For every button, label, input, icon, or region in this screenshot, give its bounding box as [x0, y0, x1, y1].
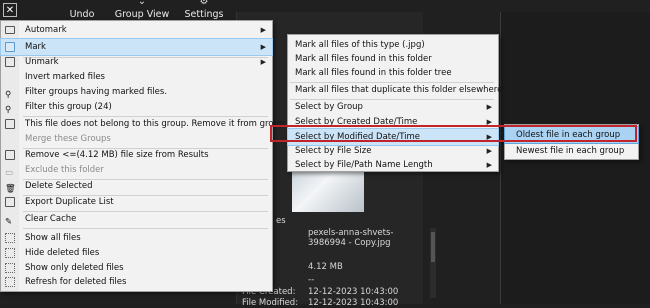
menu-item-remove-size[interactable]: Remove <=(4.12 MB) file size from Result… [1, 147, 272, 163]
info-icon [5, 119, 15, 129]
settings-button[interactable]: ⚙ Settings [178, 0, 230, 22]
details-file-created-value: 12-12-2023 10:43:00 [308, 287, 399, 297]
menu-item-label: Filter this group (24) [25, 102, 112, 112]
menu-item-export-list[interactable]: Export Duplicate List [1, 194, 272, 210]
submenu-arrow-icon: ▶ [260, 26, 266, 34]
group-view-button[interactable]: ⌄ Group View [114, 0, 170, 22]
refresh-icon [5, 277, 15, 287]
menu-item-label: Merge these Groups [25, 134, 111, 144]
submenu-arrow-icon: ▶ [260, 43, 266, 51]
size-icon [5, 150, 15, 160]
menu-item-label: Exclude this folder [25, 165, 104, 175]
details-filename: pexels-anna-shvets-3986994 - Copy.jpg [308, 228, 394, 248]
group-view-label: Group View [114, 9, 170, 20]
details-scrollbar-thumb[interactable] [431, 232, 435, 262]
submenu-arrow-icon: ▶ [486, 103, 492, 111]
menu-item-label: Export Duplicate List [25, 197, 114, 207]
eye-icon [5, 263, 15, 273]
menu-item-invert-marked[interactable]: Invert marked files [1, 69, 272, 85]
menu-item-select-by-name-length[interactable]: Select by File/Path Name Length ▶ [288, 157, 498, 173]
menu-item-mark-duplicate-folder[interactable]: Mark all files that duplicate this folde… [288, 82, 502, 98]
cache-icon: ✎ [5, 217, 13, 227]
undo-button[interactable]: Undo [62, 0, 102, 22]
menu-item-label: Delete Selected [25, 181, 93, 191]
menu-item-label: Mark all files found in this folder tree [295, 68, 452, 78]
details-dash: -- [308, 275, 315, 285]
image-thumbnail[interactable] [292, 168, 364, 212]
submenu-arrow-icon: ▶ [486, 161, 492, 169]
menu-item-label: Filter groups having marked files. [25, 87, 168, 97]
menu-item-mark[interactable]: Mark ▶ [0, 38, 273, 56]
menu-item-filter-groups-marked[interactable]: ⚲ Filter groups having marked files. [1, 84, 272, 100]
menu-item-refresh-deleted[interactable]: Refresh for deleted files [1, 274, 272, 290]
details-header: es [276, 216, 286, 226]
menu-item-clear-cache[interactable]: ✎ Clear Cache [1, 211, 272, 227]
menu-item-label: Automark [25, 25, 67, 35]
menu-item-label: Mark all files that duplicate this folde… [295, 85, 503, 95]
menu-item-label: Select by Group [295, 102, 363, 112]
filter-icon: ⚲ [5, 105, 12, 115]
callout-highlight-box [270, 125, 637, 142]
menu-item-select-by-group[interactable]: Select by Group ▶ [288, 99, 498, 115]
menu-item-remove-from-group[interactable]: This file does not belong to this group.… [1, 116, 287, 132]
menu-item-label: Remove <=(4.12 MB) file size from Result… [25, 150, 209, 160]
mark-submenu: Mark all files of this type (.jpg) Mark … [287, 34, 502, 173]
menu-item-label: Mark [25, 42, 46, 52]
menu-item-label: Unmark [25, 57, 59, 67]
filter-icon: ⚲ [5, 90, 12, 100]
monitor-icon [5, 26, 15, 34]
menu-item-label: Show all files [25, 233, 81, 243]
details-file-modified-value: 12-12-2023 10:43:00 [308, 298, 399, 308]
menu-item-label: Clear Cache [25, 214, 77, 224]
context-menu: Automark ▶ Mark ▶ Unmark ▶ Invert marked… [0, 20, 287, 292]
menu-item-filter-this-group[interactable]: ⚲ Filter this group (24) [1, 99, 272, 115]
details-size: 4.12 MB [308, 262, 343, 272]
app-logo-icon[interactable]: ✕ [3, 3, 17, 17]
export-icon [5, 197, 15, 207]
menu-item-label: Refresh for deleted files [25, 277, 127, 287]
menu-item-mark-folder-tree[interactable]: Mark all files found in this folder tree [288, 65, 498, 81]
settings-label: Settings [184, 9, 224, 20]
menu-item-hide-deleted[interactable]: Hide deleted files [1, 245, 272, 261]
undo-label: Undo [69, 9, 95, 20]
delete-icon: 🗑 [5, 184, 16, 194]
menu-item-label: Newest file in each group [516, 146, 625, 156]
folder-icon: ▭ [5, 168, 14, 178]
menu-item-label: Select by File/Path Name Length [295, 160, 433, 170]
menu-item-delete-selected[interactable]: 🗑 Delete Selected [1, 178, 272, 194]
menu-item-automark[interactable]: Automark ▶ [1, 22, 272, 38]
menu-item-merge-groups[interactable]: Merge these Groups [1, 131, 272, 147]
submenu-arrow-icon: ▶ [260, 58, 266, 66]
unmark-icon [5, 57, 15, 67]
menu-item-label: Invert marked files [25, 72, 105, 82]
chevron-down-icon: ⌄ [137, 0, 147, 7]
menu-item-unmark[interactable]: Unmark ▶ [1, 54, 272, 70]
eye-icon [5, 248, 15, 258]
menu-separator [23, 228, 268, 229]
gear-icon: ⚙ [199, 0, 209, 7]
menu-item-label: Hide deleted files [25, 248, 100, 258]
eye-icon [5, 233, 15, 243]
menu-item-label: This file does not belong to this group.… [25, 119, 287, 129]
menu-item-newest-file[interactable]: Newest file in each group [505, 143, 638, 159]
menu-item-show-all-files[interactable]: Show all files [1, 230, 272, 246]
checkbox-icon [5, 42, 15, 52]
details-file-modified-label: File Modified: [242, 298, 299, 308]
menu-item-exclude-folder[interactable]: ▭ Exclude this folder [1, 162, 272, 178]
